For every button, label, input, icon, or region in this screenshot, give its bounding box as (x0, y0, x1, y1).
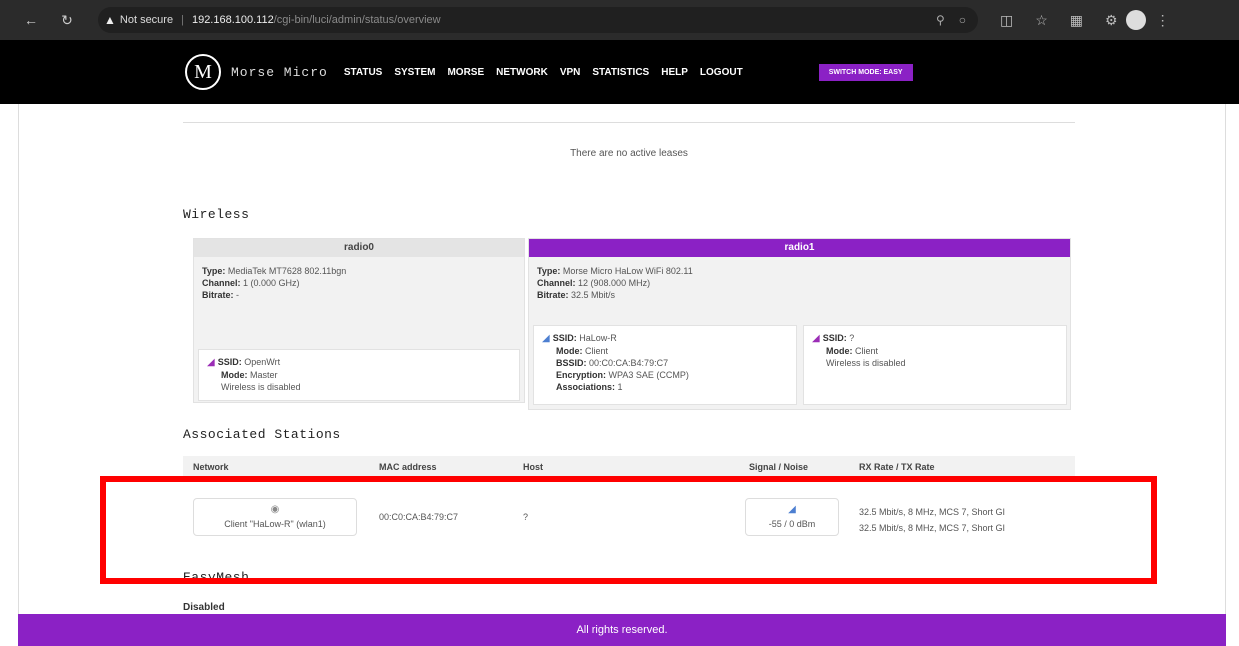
signal-icon: ◢ (542, 333, 550, 344)
profile-avatar[interactable] (1125, 10, 1146, 30)
easymesh-status: Disabled (183, 602, 225, 613)
menu-morse[interactable]: MORSE (447, 67, 484, 78)
favorite-icon[interactable]: ☆ (1035, 12, 1048, 29)
radio1-panel: radio1 Type: Morse Micro HaLow WiFi 802.… (528, 238, 1071, 410)
menu-logout[interactable]: LOGOUT (700, 67, 743, 78)
signal-icon: ◢ (812, 333, 820, 344)
stations-table-header: Network MAC address Host Signal / Noise … (183, 456, 1075, 478)
radio1-network-card-halow[interactable]: ◢ SSID: HaLow-R Mode: Client BSSID: 00:C0… (533, 325, 797, 405)
menu-system[interactable]: SYSTEM (394, 67, 435, 78)
address-separator: | (181, 14, 184, 26)
radio0-panel: radio0 Type: MediaTek MT7628 802.11bgn C… (193, 238, 525, 403)
leases-table-divider (183, 122, 1075, 123)
col-network: Network (193, 462, 229, 472)
radio0-header: radio0 (194, 239, 524, 257)
menu-status[interactable]: STATUS (344, 67, 383, 78)
col-signal: Signal / Noise (749, 462, 809, 472)
zoom-icon[interactable]: ○ (959, 13, 966, 27)
url-host: 192.168.100.112 (191, 14, 274, 26)
back-arrow-icon[interactable]: ← (20, 12, 42, 28)
radio1-network-card-disabled[interactable]: ◢ SSID: ? Mode: Client Wireless is disabl… (803, 325, 1067, 405)
brand-name[interactable]: Morse Micro (231, 65, 328, 80)
warning-icon: ▲ (104, 13, 116, 27)
split-screen-icon[interactable]: ◫ (1000, 12, 1013, 29)
extensions-icon[interactable]: ⚙ (1105, 12, 1118, 29)
wireless-heading: Wireless (183, 207, 250, 222)
highlight-box (100, 476, 1157, 584)
no-leases-text: There are no active leases (570, 148, 688, 159)
signal-icon: ◢ (207, 357, 215, 368)
collections-icon[interactable]: ▦ (1070, 12, 1083, 29)
browser-menu-icon[interactable]: ⋮ (1156, 12, 1170, 29)
col-mac: MAC address (379, 462, 437, 472)
app-header: M Morse Micro STATUS SYSTEM MORSE NETWOR… (0, 40, 1239, 104)
footer: All rights reserved. (18, 614, 1226, 646)
radio1-info: Type: Morse Micro HaLow WiFi 802.11 Chan… (537, 266, 693, 300)
menu-statistics[interactable]: STATISTICS (592, 67, 649, 78)
col-host: Host (523, 462, 543, 472)
col-rates: RX Rate / TX Rate (859, 462, 935, 472)
security-warning[interactable]: Not secure (120, 14, 173, 26)
menu-network[interactable]: NETWORK (496, 67, 548, 78)
menu-help[interactable]: HELP (661, 67, 688, 78)
radio0-info: Type: MediaTek MT7628 802.11bgn Channel:… (202, 266, 347, 300)
morse-logo[interactable]: M (185, 54, 221, 90)
main-menu: STATUS SYSTEM MORSE NETWORK VPN STATISTI… (344, 67, 743, 78)
radio1-status: Wireless is disabled (826, 358, 906, 368)
key-icon[interactable]: ⚲ (936, 13, 945, 27)
url-path: /cgi-bin/luci/admin/status/overview (273, 14, 441, 26)
browser-toolbar: ← ↻ ▲ Not secure | 192.168.100.112 /cgi-… (0, 0, 1239, 40)
radio1-header: radio1 (529, 239, 1070, 257)
associated-stations-heading: Associated Stations (183, 427, 341, 442)
address-bar[interactable]: ▲ Not secure | 192.168.100.112 /cgi-bin/… (98, 7, 978, 33)
switch-mode-button[interactable]: SWITCH MODE: EASY (818, 63, 913, 81)
radio0-status: Wireless is disabled (221, 382, 301, 392)
reload-icon[interactable]: ↻ (56, 12, 78, 29)
menu-vpn[interactable]: VPN (560, 67, 581, 78)
radio0-network-card[interactable]: ◢ SSID: OpenWrt Mode: Master Wireless is … (198, 349, 520, 401)
